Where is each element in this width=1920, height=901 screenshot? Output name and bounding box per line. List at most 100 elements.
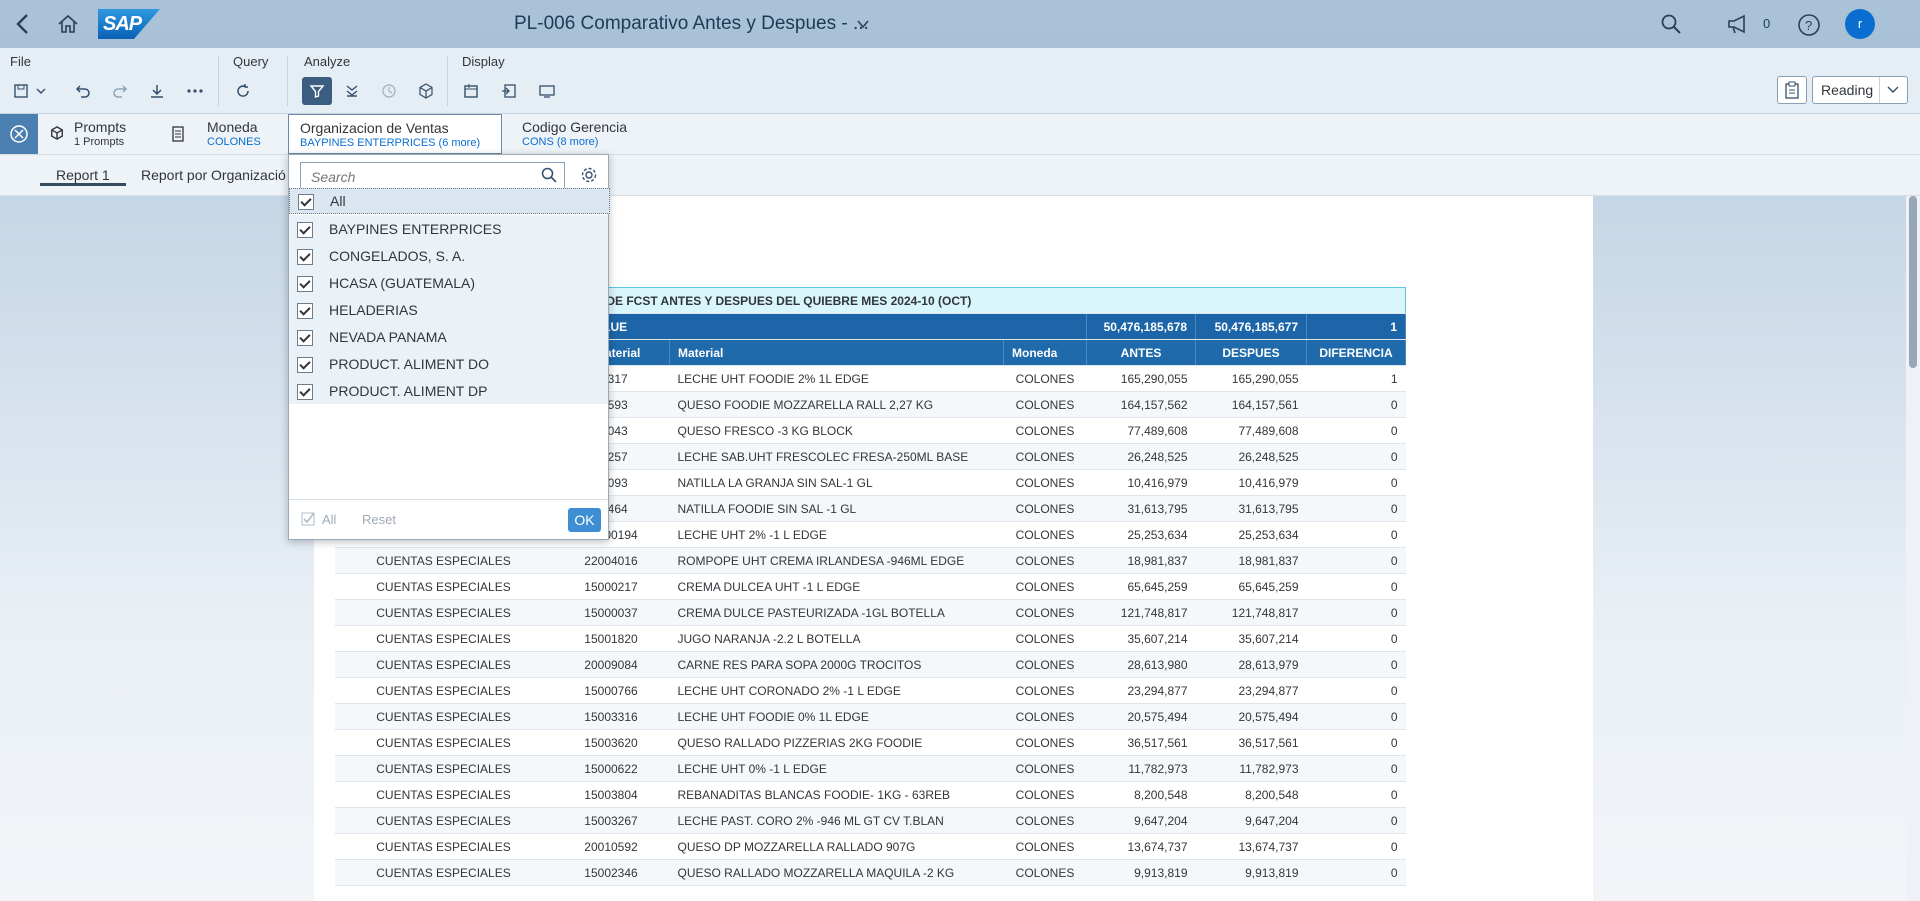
checkbox[interactable]	[297, 303, 313, 319]
checkbox[interactable]	[297, 276, 313, 292]
cell-despues: 18,981,837	[1195, 547, 1307, 574]
cell-dif: 0	[1306, 807, 1406, 834]
home-icon[interactable]	[56, 12, 80, 36]
close-prompts-button[interactable]	[0, 114, 38, 154]
tab-report-1[interactable]: Report 1	[40, 167, 126, 186]
history-icon[interactable]	[376, 78, 402, 104]
search-icon[interactable]	[1660, 13, 1682, 35]
cell-codigo: 22004016	[552, 547, 670, 574]
table-row[interactable]: CUENTAS ESPECIALES 15000766 LECHE UHT CORO…	[334, 677, 1406, 704]
chevron-down-icon[interactable]	[1887, 86, 1899, 94]
option-label: PRODUCT. ALIMENT DP	[329, 383, 488, 399]
back-icon[interactable]	[12, 12, 36, 36]
reset-link[interactable]: Reset	[362, 512, 396, 527]
more-icon[interactable]	[182, 78, 208, 104]
notifications-icon[interactable]	[1726, 13, 1750, 35]
cell-material: REBANADITAS BLANCAS FOODIE- 1KG - 63REB	[669, 781, 1004, 808]
scrollbar-thumb[interactable]	[1909, 196, 1917, 368]
option-label: HCASA (GUATEMALA)	[329, 275, 475, 291]
checkbox[interactable]	[297, 330, 313, 346]
chevron-down-icon[interactable]	[856, 17, 870, 31]
table-row[interactable]: CUENTAS ESPECIALES 22004016 ROMPOPE UHT CR…	[334, 547, 1406, 574]
moneda-prompt[interactable]: Moneda COLONES	[168, 114, 278, 154]
cell-dif: 0	[1306, 521, 1406, 548]
redo-icon[interactable]	[107, 78, 133, 104]
undo-icon[interactable]	[70, 78, 96, 104]
monitor-icon[interactable]	[534, 78, 560, 104]
table-row[interactable]: CUENTAS ESPECIALES 15003316 LECHE UHT FOOD…	[334, 703, 1406, 730]
table-row[interactable]: CUENTAS ESPECIALES 15002346 QUESO RALLADO …	[334, 859, 1406, 886]
table-row[interactable]: CUENTAS ESPECIALES 15001820 JUGO NARANJA -…	[334, 625, 1406, 652]
toolbar-divider	[447, 56, 448, 106]
save-menu-chevron-icon[interactable]	[34, 78, 48, 104]
cell-codigo: 15003620	[552, 729, 670, 756]
organizacion-label: Organizacion de Ventas	[300, 120, 449, 136]
table-row[interactable]: CUENTAS ESPECIALES 15000217 CREMA DULCEA U…	[334, 573, 1406, 600]
tab-report-por-organizacion[interactable]: Report por Organizació	[141, 167, 286, 183]
cell-antes: 10,416,979	[1086, 469, 1196, 496]
window-icon[interactable]	[458, 78, 484, 104]
cell-material: ROMPOPE UHT CREMA IRLANDESA -946ML EDGE	[669, 547, 1004, 574]
download-icon[interactable]	[144, 78, 170, 104]
expand-all-icon[interactable]	[339, 78, 365, 104]
header-moneda: Moneda	[1003, 339, 1087, 366]
option-item[interactable]: PRODUCT. ALIMENT DP	[289, 377, 608, 404]
option-item[interactable]: CONGELADOS, S. A.	[289, 242, 608, 269]
table-row[interactable]: CUENTAS ESPECIALES 15003804 REBANADITAS BL…	[334, 781, 1406, 808]
cell-dif: 0	[1306, 625, 1406, 652]
checkbox[interactable]	[298, 194, 314, 210]
checkbox[interactable]	[297, 384, 313, 400]
cell-material: LECHE SAB.UHT FRESCOLEC FRESA-250ML BASE	[669, 443, 1004, 470]
filter-icon[interactable]	[302, 77, 332, 105]
cell-material: LECHE UHT 0% -1 L EDGE	[669, 755, 1004, 782]
insert-icon[interactable]	[496, 78, 522, 104]
table-row[interactable]: CUENTAS ESPECIALES 15000037 CREMA DULCE PA…	[334, 599, 1406, 626]
option-item[interactable]: PRODUCT. ALIMENT DO	[289, 350, 608, 377]
cell-moneda: COLONES	[1003, 599, 1087, 626]
search-icon[interactable]	[541, 167, 557, 183]
sap-logo[interactable]: SAP	[98, 9, 160, 39]
option-item[interactable]: HELADERIAS	[289, 296, 608, 323]
cube-icon	[51, 126, 63, 140]
option-all[interactable]: All	[289, 188, 610, 214]
avatar[interactable]: r	[1845, 9, 1875, 39]
table-row[interactable]: CUENTAS ESPECIALES 15003620 QUESO RALLADO …	[334, 729, 1406, 756]
cell-material: CREMA DULCEA UHT -1 L EDGE	[669, 573, 1004, 600]
gerencia-prompt[interactable]: Codigo Gerencia CONS (8 more)	[512, 114, 642, 154]
table-row[interactable]: CUENTAS ESPECIALES 15000622 LECHE UHT 0% -…	[334, 755, 1406, 782]
cube-icon[interactable]	[413, 78, 439, 104]
checkbox[interactable]	[297, 249, 313, 265]
organizacion-prompt[interactable]: Organizacion de Ventas BAYPINES ENTERPRI…	[288, 114, 502, 154]
cell-antes: 77,489,608	[1086, 417, 1196, 444]
search-input[interactable]: Search	[300, 162, 565, 190]
moneda-value: COLONES	[207, 136, 261, 148]
select-all-link[interactable]: All	[322, 512, 336, 527]
view-mode-select[interactable]: Reading	[1812, 76, 1908, 104]
option-item[interactable]: NEVADA PANAMA	[289, 323, 608, 350]
clipboard-icon[interactable]	[1777, 76, 1807, 104]
cell-dif: 0	[1306, 573, 1406, 600]
checkbox[interactable]	[297, 222, 313, 238]
option-item[interactable]: BAYPINES ENTERPRICES	[289, 215, 608, 242]
page-title[interactable]: PL-006 Comparativo Antes y Despues - ...	[514, 13, 869, 35]
checkbox[interactable]	[297, 357, 313, 373]
organizacion-value: BAYPINES ENTERPRICES (6 more)	[300, 137, 481, 149]
table-row[interactable]: CUENTAS ESPECIALES 15003267 LECHE PAST. CO…	[334, 807, 1406, 834]
cell-dif: 0	[1306, 391, 1406, 418]
cell-material: LECHE UHT 2% -1 L EDGE	[669, 521, 1004, 548]
help-icon[interactable]: ?	[1797, 13, 1821, 37]
refresh-icon[interactable]	[230, 78, 256, 104]
save-icon[interactable]	[8, 78, 34, 104]
prompts-item[interactable]: Prompts 1 Prompts	[46, 114, 156, 154]
option-item[interactable]: HCASA (GUATEMALA)	[289, 269, 608, 296]
table-row[interactable]: CUENTAS ESPECIALES 20010592 QUESO DP MOZZA…	[334, 833, 1406, 860]
cell-dif: 0	[1306, 729, 1406, 756]
ok-button[interactable]: OK	[568, 508, 601, 532]
table-row[interactable]: CUENTAS ESPECIALES 20009084 CARNE RES PARA…	[334, 651, 1406, 678]
gear-icon[interactable]	[580, 166, 598, 184]
organizacion-dropdown: Search All BAYPINES ENTERPRICES CONGELADOS…	[288, 154, 610, 540]
header-despues: DESPUES	[1195, 339, 1307, 366]
select-all-check-icon[interactable]	[301, 512, 315, 526]
cell-material: LECHE UHT CORONADO 2% -1 L EDGE	[669, 677, 1004, 704]
cell-antes: 18,981,837	[1086, 547, 1196, 574]
